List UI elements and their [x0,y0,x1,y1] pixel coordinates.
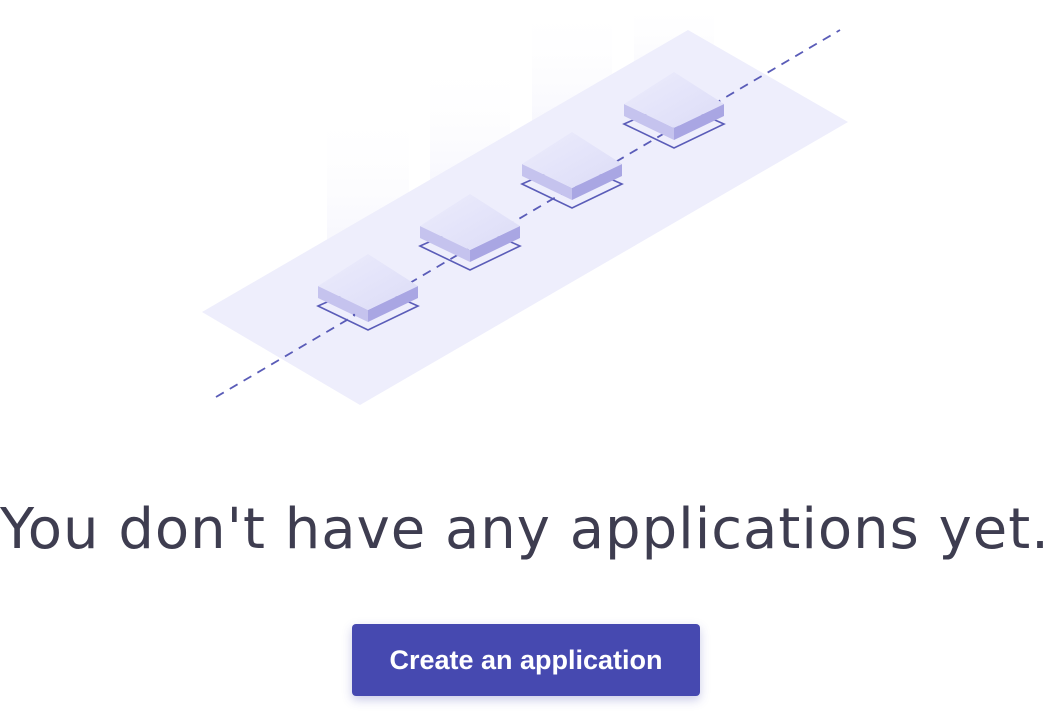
create-application-button[interactable]: Create an application [352,624,700,696]
empty-state-title: You don't have any applications yet. [0,497,1046,562]
servers-illustration-icon [202,0,848,405]
empty-state-page: You don't have any applications yet. Cre… [0,0,1046,718]
platform-shape [202,30,848,405]
